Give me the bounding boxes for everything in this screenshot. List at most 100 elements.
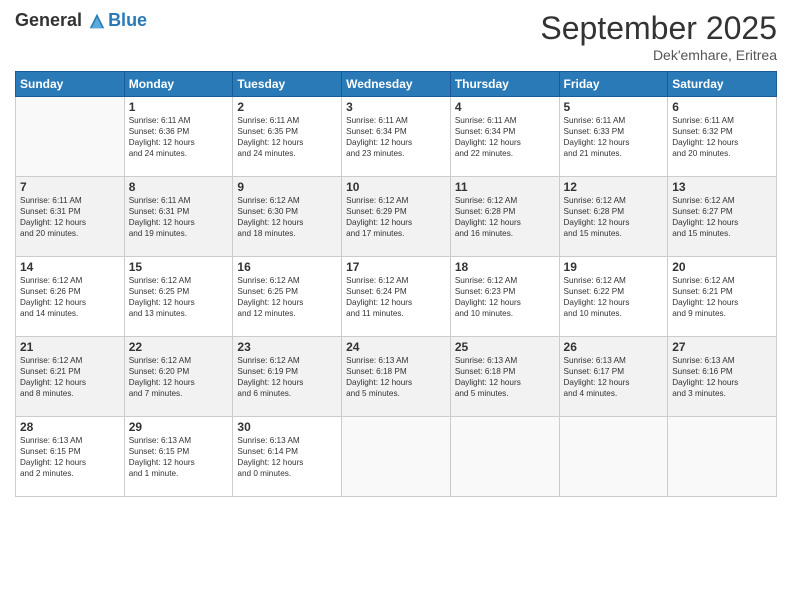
table-row: 6Sunrise: 6:11 AM Sunset: 6:32 PM Daylig… bbox=[668, 97, 777, 177]
month-title: September 2025 bbox=[540, 10, 777, 47]
day-number: 27 bbox=[672, 340, 772, 354]
day-info: Sunrise: 6:12 AM Sunset: 6:21 PM Dayligh… bbox=[672, 275, 772, 319]
day-info: Sunrise: 6:12 AM Sunset: 6:23 PM Dayligh… bbox=[455, 275, 555, 319]
table-row: 13Sunrise: 6:12 AM Sunset: 6:27 PM Dayli… bbox=[668, 177, 777, 257]
day-number: 6 bbox=[672, 100, 772, 114]
table-row: 29Sunrise: 6:13 AM Sunset: 6:15 PM Dayli… bbox=[124, 417, 233, 497]
table-row: 19Sunrise: 6:12 AM Sunset: 6:22 PM Dayli… bbox=[559, 257, 668, 337]
day-number: 30 bbox=[237, 420, 337, 434]
day-info: Sunrise: 6:13 AM Sunset: 6:15 PM Dayligh… bbox=[20, 435, 120, 479]
calendar-header-row: Sunday Monday Tuesday Wednesday Thursday… bbox=[16, 72, 777, 97]
day-info: Sunrise: 6:12 AM Sunset: 6:29 PM Dayligh… bbox=[346, 195, 446, 239]
table-row: 3Sunrise: 6:11 AM Sunset: 6:34 PM Daylig… bbox=[342, 97, 451, 177]
day-info: Sunrise: 6:11 AM Sunset: 6:33 PM Dayligh… bbox=[564, 115, 664, 159]
table-row: 24Sunrise: 6:13 AM Sunset: 6:18 PM Dayli… bbox=[342, 337, 451, 417]
location-subtitle: Dek'emhare, Eritrea bbox=[540, 47, 777, 63]
calendar-week-row: 7Sunrise: 6:11 AM Sunset: 6:31 PM Daylig… bbox=[16, 177, 777, 257]
table-row: 20Sunrise: 6:12 AM Sunset: 6:21 PM Dayli… bbox=[668, 257, 777, 337]
day-info: Sunrise: 6:13 AM Sunset: 6:15 PM Dayligh… bbox=[129, 435, 229, 479]
day-number: 5 bbox=[564, 100, 664, 114]
day-info: Sunrise: 6:12 AM Sunset: 6:26 PM Dayligh… bbox=[20, 275, 120, 319]
day-number: 8 bbox=[129, 180, 229, 194]
day-number: 12 bbox=[564, 180, 664, 194]
table-row: 9Sunrise: 6:12 AM Sunset: 6:30 PM Daylig… bbox=[233, 177, 342, 257]
table-row: 5Sunrise: 6:11 AM Sunset: 6:33 PM Daylig… bbox=[559, 97, 668, 177]
table-row: 8Sunrise: 6:11 AM Sunset: 6:31 PM Daylig… bbox=[124, 177, 233, 257]
table-row: 27Sunrise: 6:13 AM Sunset: 6:16 PM Dayli… bbox=[668, 337, 777, 417]
header-saturday: Saturday bbox=[668, 72, 777, 97]
title-block: September 2025 Dek'emhare, Eritrea bbox=[540, 10, 777, 63]
day-number: 23 bbox=[237, 340, 337, 354]
day-info: Sunrise: 6:11 AM Sunset: 6:31 PM Dayligh… bbox=[129, 195, 229, 239]
day-info: Sunrise: 6:12 AM Sunset: 6:25 PM Dayligh… bbox=[237, 275, 337, 319]
day-number: 3 bbox=[346, 100, 446, 114]
day-number: 28 bbox=[20, 420, 120, 434]
day-number: 17 bbox=[346, 260, 446, 274]
table-row bbox=[450, 417, 559, 497]
day-number: 14 bbox=[20, 260, 120, 274]
day-info: Sunrise: 6:12 AM Sunset: 6:28 PM Dayligh… bbox=[564, 195, 664, 239]
calendar-week-row: 1Sunrise: 6:11 AM Sunset: 6:36 PM Daylig… bbox=[16, 97, 777, 177]
day-number: 1 bbox=[129, 100, 229, 114]
table-row: 10Sunrise: 6:12 AM Sunset: 6:29 PM Dayli… bbox=[342, 177, 451, 257]
table-row: 4Sunrise: 6:11 AM Sunset: 6:34 PM Daylig… bbox=[450, 97, 559, 177]
table-row: 12Sunrise: 6:12 AM Sunset: 6:28 PM Dayli… bbox=[559, 177, 668, 257]
day-info: Sunrise: 6:12 AM Sunset: 6:24 PM Dayligh… bbox=[346, 275, 446, 319]
table-row: 15Sunrise: 6:12 AM Sunset: 6:25 PM Dayli… bbox=[124, 257, 233, 337]
table-row: 1Sunrise: 6:11 AM Sunset: 6:36 PM Daylig… bbox=[124, 97, 233, 177]
table-row: 18Sunrise: 6:12 AM Sunset: 6:23 PM Dayli… bbox=[450, 257, 559, 337]
header-tuesday: Tuesday bbox=[233, 72, 342, 97]
day-number: 26 bbox=[564, 340, 664, 354]
header-friday: Friday bbox=[559, 72, 668, 97]
logo-icon bbox=[88, 12, 106, 30]
day-number: 11 bbox=[455, 180, 555, 194]
table-row: 11Sunrise: 6:12 AM Sunset: 6:28 PM Dayli… bbox=[450, 177, 559, 257]
table-row: 14Sunrise: 6:12 AM Sunset: 6:26 PM Dayli… bbox=[16, 257, 125, 337]
calendar-week-row: 28Sunrise: 6:13 AM Sunset: 6:15 PM Dayli… bbox=[16, 417, 777, 497]
calendar-table: Sunday Monday Tuesday Wednesday Thursday… bbox=[15, 71, 777, 497]
logo: General Blue bbox=[15, 10, 147, 31]
day-info: Sunrise: 6:13 AM Sunset: 6:18 PM Dayligh… bbox=[455, 355, 555, 399]
logo-blue: Blue bbox=[108, 10, 147, 31]
table-row: 25Sunrise: 6:13 AM Sunset: 6:18 PM Dayli… bbox=[450, 337, 559, 417]
day-info: Sunrise: 6:13 AM Sunset: 6:17 PM Dayligh… bbox=[564, 355, 664, 399]
day-info: Sunrise: 6:12 AM Sunset: 6:28 PM Dayligh… bbox=[455, 195, 555, 239]
header-thursday: Thursday bbox=[450, 72, 559, 97]
day-info: Sunrise: 6:12 AM Sunset: 6:20 PM Dayligh… bbox=[129, 355, 229, 399]
day-number: 19 bbox=[564, 260, 664, 274]
header-monday: Monday bbox=[124, 72, 233, 97]
table-row: 30Sunrise: 6:13 AM Sunset: 6:14 PM Dayli… bbox=[233, 417, 342, 497]
day-info: Sunrise: 6:11 AM Sunset: 6:35 PM Dayligh… bbox=[237, 115, 337, 159]
day-number: 21 bbox=[20, 340, 120, 354]
logo-general: General bbox=[15, 10, 82, 30]
day-number: 16 bbox=[237, 260, 337, 274]
table-row: 22Sunrise: 6:12 AM Sunset: 6:20 PM Dayli… bbox=[124, 337, 233, 417]
day-number: 9 bbox=[237, 180, 337, 194]
table-row bbox=[668, 417, 777, 497]
day-number: 20 bbox=[672, 260, 772, 274]
day-info: Sunrise: 6:13 AM Sunset: 6:16 PM Dayligh… bbox=[672, 355, 772, 399]
table-row: 26Sunrise: 6:13 AM Sunset: 6:17 PM Dayli… bbox=[559, 337, 668, 417]
day-info: Sunrise: 6:11 AM Sunset: 6:34 PM Dayligh… bbox=[455, 115, 555, 159]
table-row bbox=[16, 97, 125, 177]
day-info: Sunrise: 6:11 AM Sunset: 6:34 PM Dayligh… bbox=[346, 115, 446, 159]
day-number: 10 bbox=[346, 180, 446, 194]
table-row: 16Sunrise: 6:12 AM Sunset: 6:25 PM Dayli… bbox=[233, 257, 342, 337]
table-row: 7Sunrise: 6:11 AM Sunset: 6:31 PM Daylig… bbox=[16, 177, 125, 257]
day-info: Sunrise: 6:11 AM Sunset: 6:31 PM Dayligh… bbox=[20, 195, 120, 239]
day-info: Sunrise: 6:12 AM Sunset: 6:25 PM Dayligh… bbox=[129, 275, 229, 319]
day-info: Sunrise: 6:11 AM Sunset: 6:36 PM Dayligh… bbox=[129, 115, 229, 159]
day-number: 13 bbox=[672, 180, 772, 194]
day-info: Sunrise: 6:12 AM Sunset: 6:22 PM Dayligh… bbox=[564, 275, 664, 319]
table-row: 2Sunrise: 6:11 AM Sunset: 6:35 PM Daylig… bbox=[233, 97, 342, 177]
day-number: 2 bbox=[237, 100, 337, 114]
day-info: Sunrise: 6:13 AM Sunset: 6:14 PM Dayligh… bbox=[237, 435, 337, 479]
day-number: 22 bbox=[129, 340, 229, 354]
day-number: 18 bbox=[455, 260, 555, 274]
day-number: 15 bbox=[129, 260, 229, 274]
table-row: 28Sunrise: 6:13 AM Sunset: 6:15 PM Dayli… bbox=[16, 417, 125, 497]
header-sunday: Sunday bbox=[16, 72, 125, 97]
day-info: Sunrise: 6:11 AM Sunset: 6:32 PM Dayligh… bbox=[672, 115, 772, 159]
day-info: Sunrise: 6:13 AM Sunset: 6:18 PM Dayligh… bbox=[346, 355, 446, 399]
day-number: 25 bbox=[455, 340, 555, 354]
